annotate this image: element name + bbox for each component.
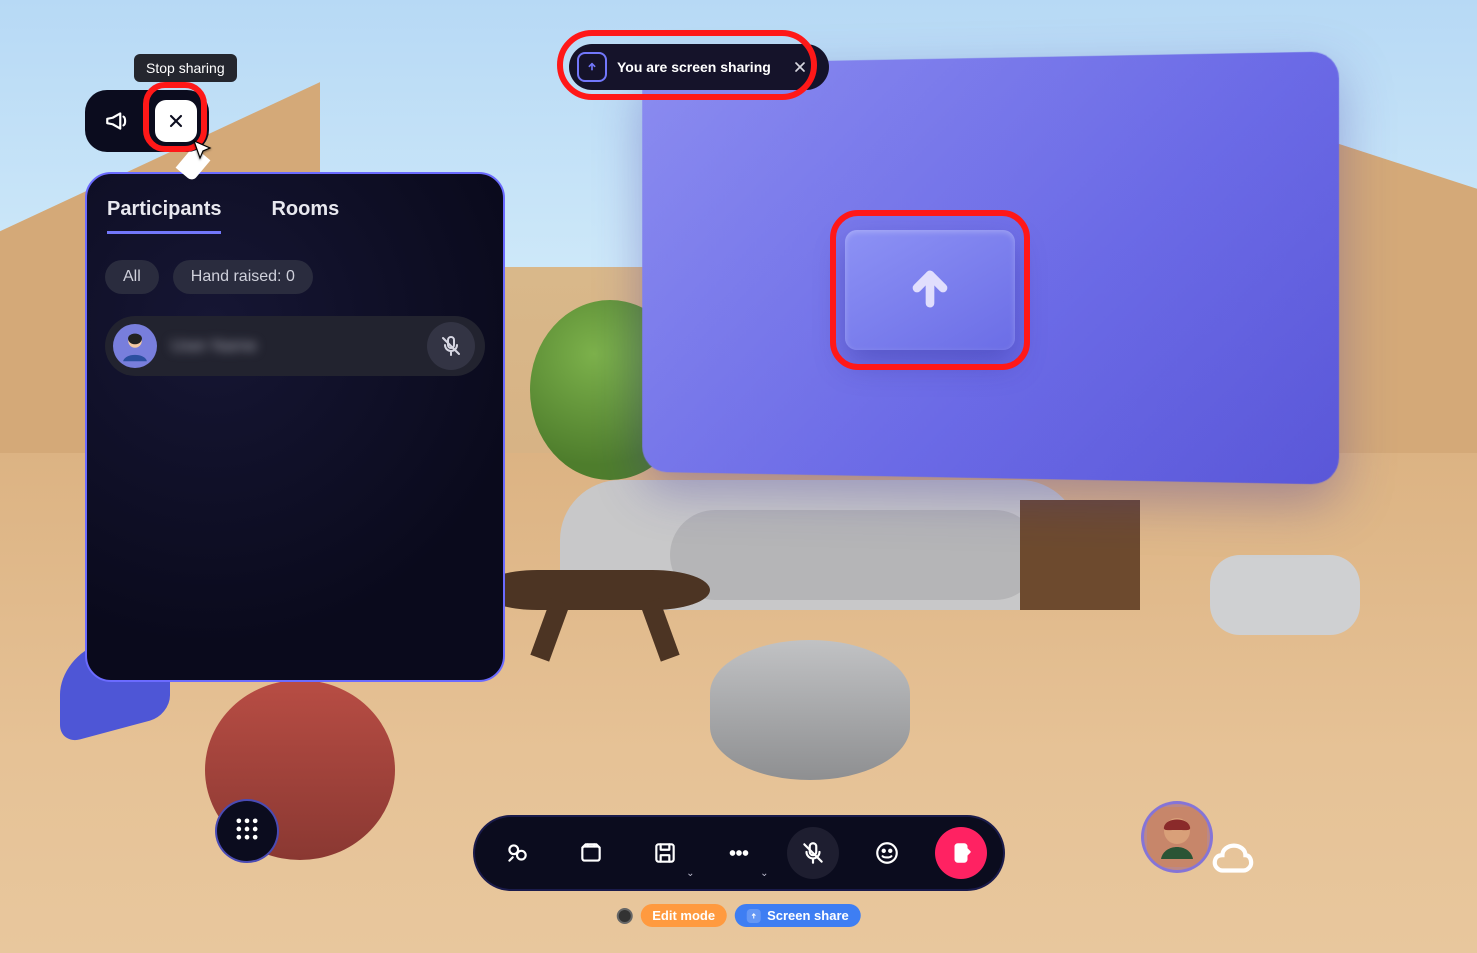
stage-side-table [1020, 500, 1140, 610]
chevron-down-icon: ⌄ [686, 868, 694, 879]
chat-bubble-icon[interactable] [1209, 836, 1255, 887]
stop-sharing-tooltip: Stop sharing [134, 54, 237, 82]
tab-rooms[interactable]: Rooms [271, 198, 339, 234]
virtual-room-scene: You are screen sharing Stop sharing Part… [0, 0, 1477, 953]
filter-all-chip[interactable]: All [105, 260, 159, 294]
megaphone-button[interactable] [97, 101, 137, 141]
chevron-down-icon: ⌄ [760, 868, 768, 879]
grid-icon [233, 815, 261, 848]
share-upload-tile[interactable] [845, 230, 1015, 350]
scene-button[interactable] [565, 827, 617, 879]
edit-mode-label: Edit mode [652, 908, 715, 923]
arrow-up-icon [904, 262, 956, 319]
cursor-icon [190, 138, 214, 162]
leave-call-button[interactable] [935, 827, 987, 879]
stage-couch-inner [670, 510, 1040, 600]
dismiss-status-button[interactable] [785, 52, 815, 82]
effects-button[interactable] [491, 827, 543, 879]
participants-panel: Participants Rooms All Hand raised: 0 Us… [85, 172, 505, 682]
participant-avatar-icon [113, 324, 157, 368]
sharing-status-pill: You are screen sharing [569, 44, 829, 90]
participant-mic-off-button[interactable] [427, 322, 475, 370]
screen-share-badge[interactable]: Screen share [735, 904, 861, 927]
arrow-up-icon [747, 909, 761, 923]
app-grid-button[interactable] [215, 799, 279, 863]
more-options-button[interactable]: ⌄ [713, 827, 765, 879]
sharing-status-text: You are screen sharing [617, 59, 771, 75]
tab-participants[interactable]: Participants [107, 198, 221, 234]
screen-share-icon [577, 52, 607, 82]
reactions-button[interactable] [861, 827, 913, 879]
stage-table [480, 570, 710, 610]
profile-avatar-button[interactable] [1141, 801, 1213, 873]
stop-sharing-button[interactable] [155, 100, 197, 142]
meeting-toolbar: ⌄ ⌄ [473, 815, 1005, 891]
status-dot-icon [616, 908, 632, 924]
stage-ottoman [710, 640, 910, 780]
save-button[interactable]: ⌄ [639, 827, 691, 879]
microphone-toggle-button[interactable] [787, 827, 839, 879]
participant-row[interactable]: User Name [105, 316, 485, 376]
edit-mode-badge[interactable]: Edit mode [640, 904, 727, 927]
screen-share-label: Screen share [767, 908, 849, 923]
mode-badges: Edit mode Screen share [616, 904, 861, 927]
filter-hand-raised-chip[interactable]: Hand raised: 0 [173, 260, 313, 294]
participant-name: User Name [171, 336, 427, 356]
stage-cushion [1210, 555, 1360, 635]
